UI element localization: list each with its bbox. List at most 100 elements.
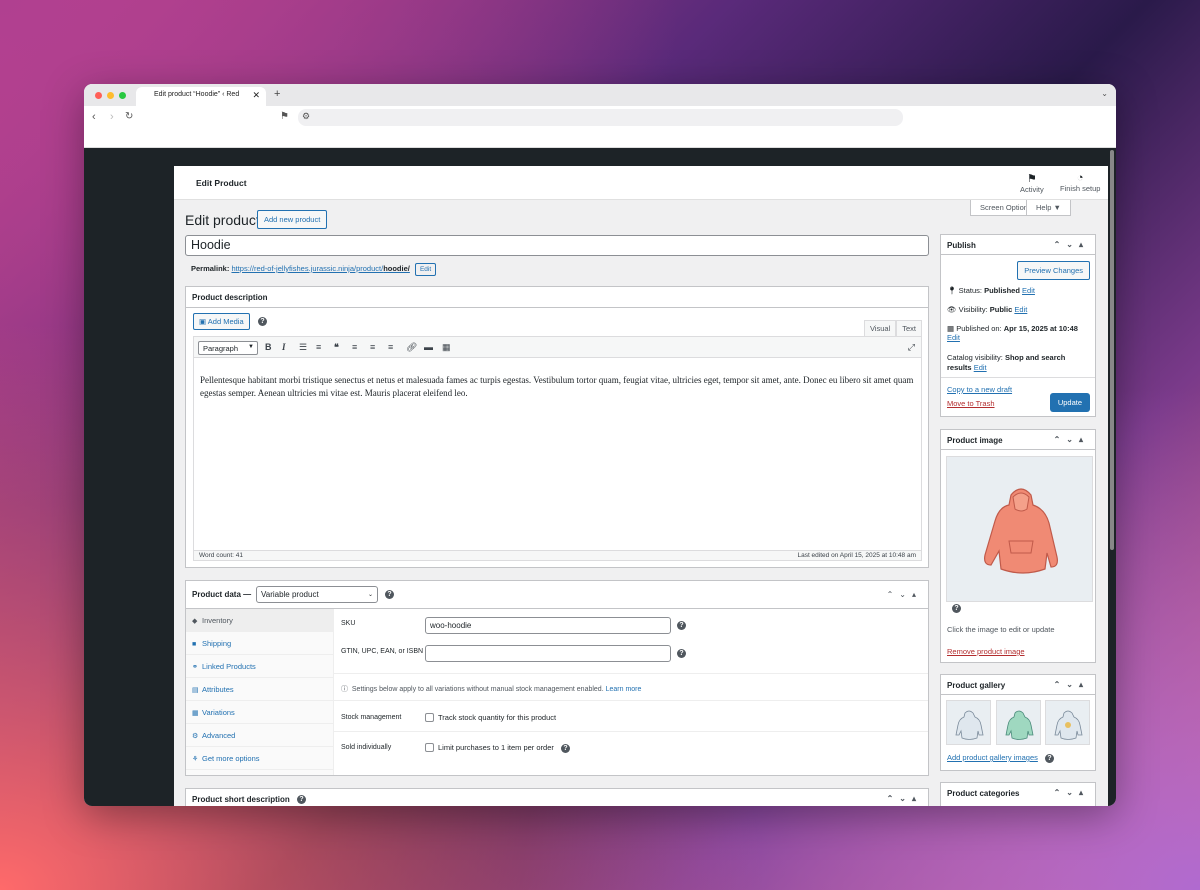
product-description-box: Product description ▣ Add Media ? Visual… xyxy=(185,286,929,568)
help-icon[interactable]: ? xyxy=(258,317,267,326)
plugin-icon: ⚘ xyxy=(192,756,199,763)
tab-variations[interactable]: ▦ Variations xyxy=(186,701,333,724)
link-icon[interactable]: 🔗︎ xyxy=(406,342,417,353)
activity-label: Activity xyxy=(1020,185,1044,194)
italic-icon[interactable]: I xyxy=(282,342,286,352)
tab-get-more-options[interactable]: ⚘ Get more options xyxy=(186,747,333,770)
address-toolbar: ‹ › ↻ ⚑ ⚙ xyxy=(84,106,1116,148)
tab-shipping[interactable]: ■ Shipping xyxy=(186,632,333,655)
sold-individually-checkbox-label: Limit purchases to 1 item per order xyxy=(438,743,554,752)
activity-button[interactable]: ⚑ Activity xyxy=(1020,172,1044,194)
catalog-value-continued: results xyxy=(947,363,972,372)
finish-setup-button[interactable]: ◔ Finish setup xyxy=(1060,172,1100,193)
publish-heading: Publish xyxy=(947,241,976,250)
maximize-window-dot[interactable] xyxy=(119,92,126,99)
update-button[interactable]: Update xyxy=(1049,393,1090,412)
learn-more-link[interactable]: Learn more xyxy=(606,686,642,693)
gallery-thumbnail[interactable] xyxy=(996,700,1041,745)
copy-draft-link[interactable]: Copy to a new draft xyxy=(947,385,1012,394)
preview-changes-button[interactable]: Preview Changes xyxy=(1017,261,1090,280)
read-more-icon[interactable]: ▬ xyxy=(424,342,433,352)
url-bar[interactable]: ⚙ xyxy=(298,109,903,126)
permalink-link[interactable]: https://red-of-jellyfishes.jurassic.ninj… xyxy=(231,264,409,273)
new-tab-button[interactable]: + xyxy=(274,88,280,100)
box-controls[interactable]: ⌃⌄▴ xyxy=(1054,680,1089,689)
tab-advanced[interactable]: ⚙ Advanced xyxy=(186,724,333,747)
published-row: ▦ Published on: Apr 15, 2025 at 10:48 Edi… xyxy=(947,324,1078,342)
page-scrollbar[interactable] xyxy=(1110,150,1114,550)
tab-label: Get more options xyxy=(202,754,260,763)
finish-setup-label: Finish setup xyxy=(1060,184,1101,193)
help-icon[interactable]: ? xyxy=(952,604,961,613)
browser-tab[interactable]: Edit product “Hoodie” ‹ Red ✕ xyxy=(136,87,266,106)
tab-list-chevron-icon[interactable]: ⌄ xyxy=(1101,89,1108,98)
help-icon[interactable]: ? xyxy=(385,590,394,599)
reload-icon[interactable]: ↻ xyxy=(125,111,133,122)
tab-inventory[interactable]: ◆ Inventory xyxy=(186,609,333,632)
edit-catalog-link[interactable]: Edit xyxy=(974,363,987,372)
description-content-area[interactable]: Pellentesque habitant morbi tristique se… xyxy=(193,358,922,550)
sku-input[interactable]: woo-hoodie xyxy=(425,617,671,634)
edit-status-link[interactable]: Edit xyxy=(1022,286,1035,295)
help-icon[interactable]: ? xyxy=(1045,754,1054,763)
tab-attributes[interactable]: ▤ Attributes xyxy=(186,678,333,701)
help-icon[interactable]: ? xyxy=(297,795,306,804)
permalink-label: Permalink: xyxy=(191,264,230,273)
box-controls[interactable]: ⌃⌄▴ xyxy=(887,590,922,599)
close-window-dot[interactable] xyxy=(95,92,102,99)
site-settings-icon[interactable]: ⚙ xyxy=(302,111,310,122)
sold-individually-option: Limit purchases to 1 item per order xyxy=(425,743,554,752)
edit-published-link[interactable]: Edit xyxy=(947,333,960,342)
add-media-button[interactable]: ▣ Add Media xyxy=(193,313,250,330)
add-new-product-button[interactable]: Add new product xyxy=(257,210,328,229)
product-image[interactable] xyxy=(946,456,1093,602)
product-data-box: Product data — Variable product ⌄ ? ⌃⌄▴ ◆… xyxy=(185,580,929,776)
align-center-icon[interactable]: ≡ xyxy=(370,342,375,352)
minimize-window-dot[interactable] xyxy=(107,92,114,99)
box-controls[interactable]: ⌃⌄▴ xyxy=(1054,435,1089,444)
hoodie-thumbnail-illustration xyxy=(1054,710,1083,740)
help-button[interactable]: Help ▼ xyxy=(1026,200,1071,216)
eye-icon: 👁︎ xyxy=(947,305,957,314)
help-icon[interactable]: ? xyxy=(561,744,570,753)
woocommerce-header: Edit Product ⚑ Activity ◔ Finish setup xyxy=(174,166,1108,200)
numbered-list-icon[interactable]: ≡ xyxy=(316,342,321,352)
move-to-trash-link[interactable]: Move to Trash xyxy=(947,399,995,408)
gtin-input[interactable] xyxy=(425,645,671,662)
help-icon[interactable]: ? xyxy=(677,621,686,630)
toolbar-toggle-icon[interactable]: ▦ xyxy=(442,342,451,353)
calendar-icon: ▦ xyxy=(947,324,955,333)
tab-text[interactable]: Text xyxy=(896,320,922,337)
product-title-input[interactable]: Hoodie xyxy=(185,235,929,256)
box-controls[interactable]: ⌃⌄▴ xyxy=(887,794,922,803)
remove-product-image-link[interactable]: Remove product image xyxy=(947,647,1025,656)
stock-management-checkbox[interactable] xyxy=(425,713,434,722)
permalink-edit-button[interactable]: Edit xyxy=(414,263,437,276)
help-icon[interactable]: ? xyxy=(677,649,686,658)
gallery-thumbnail[interactable] xyxy=(946,700,991,745)
format-select[interactable]: Paragraph ▼ xyxy=(198,341,258,355)
tab-linked-products[interactable]: ⚭ Linked Products xyxy=(186,655,333,678)
sold-individually-label: Sold individually xyxy=(341,744,392,751)
gallery-thumbnail[interactable] xyxy=(1045,700,1090,745)
back-icon[interactable]: ‹ xyxy=(92,111,96,123)
description-editor: ▣ Add Media ? Visual Text Paragraph ▼ B I … xyxy=(193,313,922,561)
blockquote-icon[interactable]: ❝ xyxy=(334,342,339,353)
fullscreen-icon[interactable]: ⤢ xyxy=(908,342,915,353)
bookmark-icon[interactable]: ⚑ xyxy=(280,111,289,122)
product-data-header: Product data — Variable product ⌄ ? ⌃⌄▴ xyxy=(186,581,928,609)
align-right-icon[interactable]: ≡ xyxy=(388,342,393,352)
align-left-icon[interactable]: ≡ xyxy=(352,342,357,352)
forward-icon[interactable]: › xyxy=(110,111,114,123)
sold-individually-checkbox[interactable] xyxy=(425,743,434,752)
bullet-list-icon[interactable]: ☰ xyxy=(299,342,307,353)
edit-visibility-link[interactable]: Edit xyxy=(1014,305,1027,314)
product-type-select[interactable]: Variable product ⌄ xyxy=(256,586,378,603)
add-gallery-images-link[interactable]: Add product gallery images xyxy=(947,753,1038,762)
box-controls[interactable]: ⌃⌄▴ xyxy=(1054,240,1089,249)
close-tab-icon[interactable]: ✕ xyxy=(252,90,260,101)
bold-icon[interactable]: B xyxy=(265,342,272,352)
box-controls[interactable]: ⌃⌄▴ xyxy=(1054,788,1089,797)
tab-visual[interactable]: Visual xyxy=(863,320,897,337)
editor-toolbar: Paragraph ▼ B I ☰ ≡ ❝ ≡ ≡ ≡ 🔗︎ ▬ ▦ ⤢ xyxy=(193,336,922,358)
